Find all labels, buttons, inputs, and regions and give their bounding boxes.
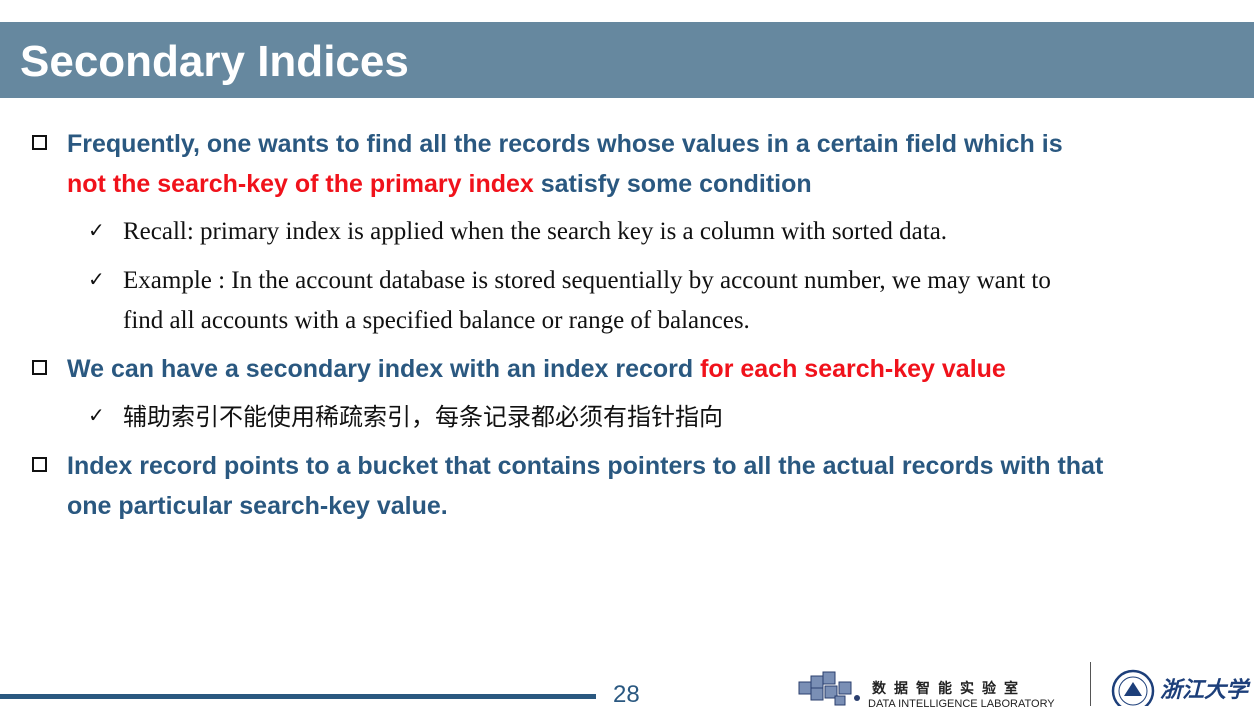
bullet-3-line-1: Index record points to a bucket that con…	[67, 452, 1104, 480]
university-seal-icon	[1111, 669, 1155, 706]
sub-bullet-2-line-2: find all accounts with a specified balan…	[123, 307, 750, 334]
footer-divider	[1090, 662, 1091, 706]
lab-cubes-logo-icon	[798, 671, 860, 706]
checkmark-icon: ✓	[88, 267, 105, 291]
bullet-1-line-1: Frequently, one wants to find all the re…	[67, 130, 1063, 158]
bullet-2-highlight: for each search-key value	[700, 355, 1006, 383]
sub-bullet-1-text: Recall: primary index is applied when th…	[123, 218, 948, 245]
slide-title: Secondary Indices	[20, 37, 409, 86]
university-name: 浙江大学	[1160, 677, 1249, 703]
bullet-2-text: We can have a secondary index with an in…	[67, 355, 701, 383]
title-bar: Secondary Indices	[0, 22, 1254, 98]
lab-name-en: DATA INTELLIGENCE LABORATORY	[868, 698, 1055, 710]
bullet-1-highlight: not the search-key of the primary index	[67, 170, 534, 198]
square-bullet-icon	[32, 135, 47, 150]
page-number: 28	[613, 681, 640, 708]
sub-bullet-2-line-1: Example : In the account database is sto…	[123, 267, 1051, 294]
lab-name-cn: 数据智能实验室	[872, 681, 1026, 697]
checkmark-icon: ✓	[88, 403, 105, 427]
bullet-3-line-2: one particular search-key value.	[67, 492, 448, 520]
square-bullet-icon	[32, 457, 47, 472]
bullet-1-line-2: satisfy some condition	[533, 170, 812, 198]
square-bullet-icon	[32, 360, 47, 375]
footer-rule	[0, 694, 596, 699]
sub-bullet-3-text: 辅助索引不能使用稀疏索引，每条记录都必须有指针指向	[123, 403, 723, 431]
checkmark-icon: ✓	[88, 218, 105, 242]
